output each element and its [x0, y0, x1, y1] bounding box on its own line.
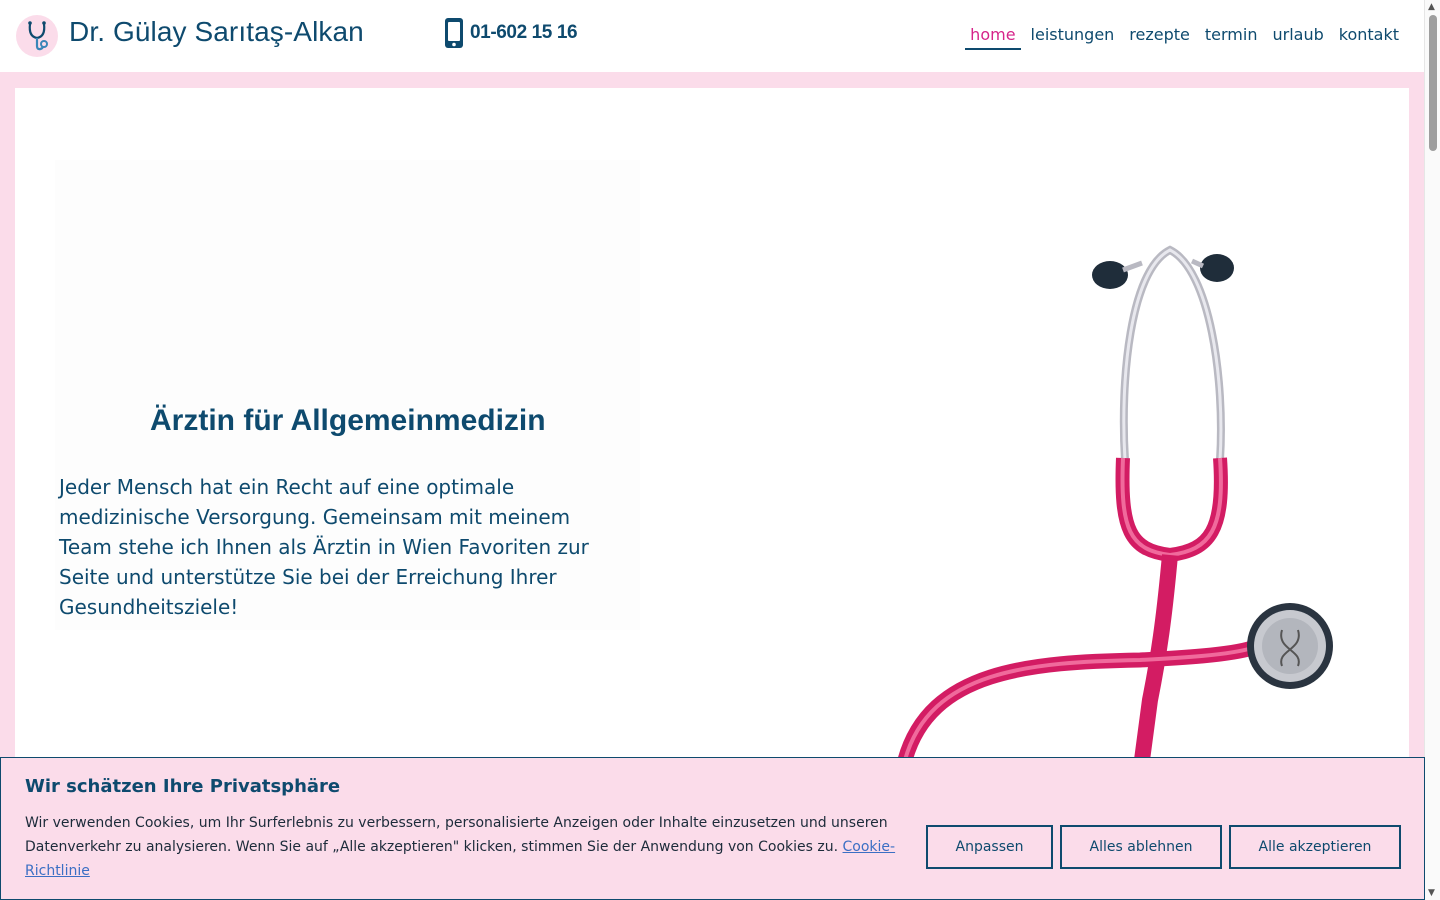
customize-button[interactable]: Anpassen [926, 825, 1053, 869]
scroll-down-arrow-icon[interactable]: ▼ [1428, 888, 1435, 898]
main-nav: home leistungen rezepte termin urlaub ko… [960, 24, 1404, 50]
stethoscope-logo-icon[interactable] [16, 15, 58, 57]
phone-number: 01-602 15 16 [470, 22, 578, 43]
hero-text: Jeder Mensch hat ein Recht auf eine opti… [59, 475, 589, 619]
cookie-text: Wir verwenden Cookies, um Ihr Surferlebn… [25, 811, 905, 883]
nav-termin[interactable]: termin [1200, 24, 1263, 50]
phone-link[interactable]: 01-602 15 16 [444, 17, 578, 49]
scroll-up-arrow-icon[interactable]: ▲ [1428, 2, 1435, 12]
stethoscope-image [897, 245, 1333, 760]
site-header: Dr. Gülay Sarıtaş-Alkan 01-602 15 16 hom… [0, 0, 1424, 72]
nav-urlaub[interactable]: urlaub [1267, 24, 1328, 50]
page-scrollbar[interactable]: ▲ ▼ [1424, 0, 1440, 900]
nav-kontakt[interactable]: kontakt [1334, 24, 1404, 50]
cookie-description: Wir verwenden Cookies, um Ihr Surferlebn… [25, 815, 888, 855]
mobile-phone-icon [445, 18, 463, 48]
nav-home[interactable]: home [965, 24, 1021, 50]
brand-name[interactable]: Dr. Gülay Sarıtaş-Alkan [69, 16, 364, 48]
nav-leistungen[interactable]: leistungen [1026, 24, 1120, 50]
reject-all-button[interactable]: Alles ablehnen [1060, 825, 1222, 869]
accept-all-button[interactable]: Alle akzeptieren [1229, 825, 1401, 869]
hero-title: Ärztin für Allgemeinmedizin [150, 404, 546, 437]
nav-rezepte[interactable]: rezepte [1124, 24, 1195, 50]
cookie-title: Wir schätzen Ihre Privatsphäre [25, 776, 341, 797]
cookie-banner: Wir schätzen Ihre Privatsphäre Wir verwe… [0, 757, 1425, 900]
scroll-thumb[interactable] [1429, 15, 1437, 151]
